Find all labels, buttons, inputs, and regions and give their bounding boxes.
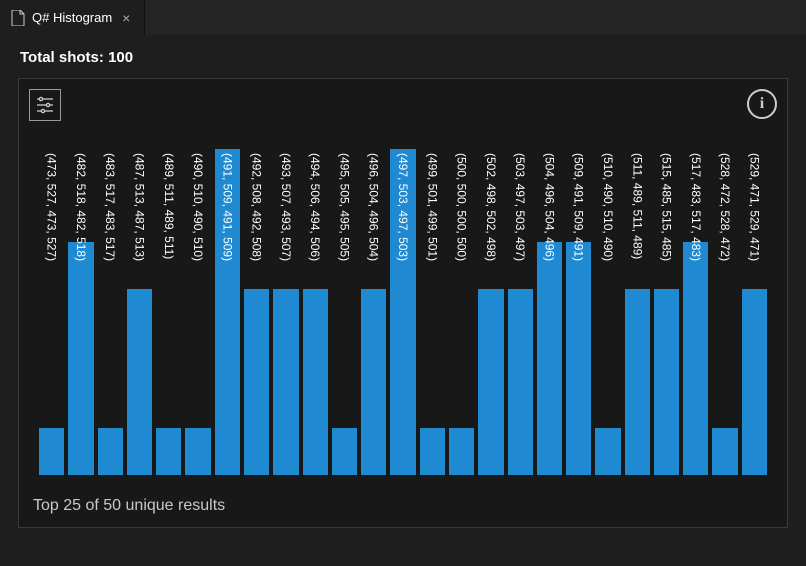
- bar-label: (510, 490, 510, 490): [602, 153, 614, 261]
- panel-toolbar: i: [29, 89, 777, 121]
- bar-fill: [127, 289, 152, 475]
- close-icon[interactable]: ×: [118, 10, 134, 26]
- status-label: Total shots:: [20, 49, 104, 66]
- bar-fill: [39, 428, 64, 475]
- bar-label: (490, 510, 490, 510): [192, 153, 204, 261]
- bar-fill: [68, 242, 93, 475]
- info-icon: i: [760, 95, 764, 113]
- bar-fill: [98, 428, 123, 475]
- histogram-bar[interactable]: (489, 511, 489, 511): [156, 149, 181, 475]
- bar-fill: [449, 428, 474, 475]
- bar-label: (493, 507, 493, 507): [280, 153, 292, 261]
- bar-fill: [361, 289, 386, 475]
- bar-fill: [566, 242, 591, 475]
- bar-fill: [595, 428, 620, 475]
- bar-label: (495, 505, 495, 505): [338, 153, 350, 261]
- bar-label: (509, 491, 509, 491): [573, 153, 585, 261]
- bar-label: (511, 489, 511, 489): [631, 153, 643, 259]
- bar-fill: [712, 428, 737, 475]
- histogram-bar[interactable]: (492, 508, 492, 508): [244, 149, 269, 475]
- bar-fill: [273, 289, 298, 475]
- histogram-bar[interactable]: (491, 509, 491, 509): [215, 149, 240, 475]
- chart-footer: Top 25 of 50 unique results: [33, 497, 225, 515]
- histogram-bar[interactable]: (494, 506, 494, 506): [303, 149, 328, 475]
- bar-fill: [420, 428, 445, 475]
- bar-label: (483, 517, 483, 517): [104, 153, 116, 261]
- histogram-bar[interactable]: (490, 510, 490, 510): [185, 149, 210, 475]
- bar-fill: [508, 289, 533, 475]
- bar-label: (494, 506, 494, 506): [309, 153, 321, 261]
- bar-fill: [654, 289, 679, 475]
- histogram-panel: i (473, 527, 473, 527) (482, 518, 482, 51…: [18, 78, 788, 528]
- histogram-bar[interactable]: (529, 471, 529, 471): [742, 149, 767, 475]
- bar-fill: [742, 289, 767, 475]
- info-button[interactable]: i: [747, 89, 777, 119]
- histogram-bar[interactable]: (500, 500, 500, 500): [449, 149, 474, 475]
- tab-title: Q# Histogram: [32, 10, 112, 25]
- sliders-icon: [36, 96, 54, 114]
- histogram-chart: (473, 527, 473, 527) (482, 518, 482, 518)…: [39, 149, 767, 475]
- bar-label: (499, 501, 499, 501): [426, 153, 438, 261]
- histogram-bar[interactable]: (493, 507, 493, 507): [273, 149, 298, 475]
- bar-label: (517, 483, 517, 483): [690, 153, 702, 261]
- histogram-bar[interactable]: (517, 483, 517, 483): [683, 149, 708, 475]
- bar-fill: [625, 289, 650, 475]
- bar-label: (503, 497, 503, 497): [514, 153, 526, 261]
- histogram-bar[interactable]: (509, 491, 509, 491): [566, 149, 591, 475]
- histogram-bar[interactable]: (487, 513, 487, 513): [127, 149, 152, 475]
- tab-histogram[interactable]: Q# Histogram ×: [0, 0, 145, 35]
- bar-fill: [478, 289, 503, 475]
- histogram-bar[interactable]: (504, 496, 504, 496): [537, 149, 562, 475]
- bar-label: (482, 518, 482, 518): [75, 153, 87, 261]
- status-line: Total shots: 100: [0, 35, 806, 74]
- bar-label: (529, 471, 529, 471): [748, 153, 760, 261]
- bar-label: (473, 527, 473, 527): [46, 153, 58, 261]
- histogram-bar[interactable]: (515, 485, 515, 485): [654, 149, 679, 475]
- histogram-bar[interactable]: (511, 489, 511, 489): [625, 149, 650, 475]
- histogram-bar[interactable]: (482, 518, 482, 518): [68, 149, 93, 475]
- histogram-bar[interactable]: (503, 497, 503, 497): [508, 149, 533, 475]
- histogram-bar[interactable]: (502, 498, 502, 498): [478, 149, 503, 475]
- histogram-bar[interactable]: (473, 527, 473, 527): [39, 149, 64, 475]
- bar-fill: [244, 289, 269, 475]
- bar-label: (515, 485, 515, 485): [661, 153, 673, 261]
- bar-label: (502, 498, 502, 498): [485, 153, 497, 261]
- file-icon: [10, 10, 26, 26]
- histogram-bar[interactable]: (499, 501, 499, 501): [420, 149, 445, 475]
- bar-fill: [683, 242, 708, 475]
- bar-fill: [156, 428, 181, 475]
- status-value: 100: [108, 49, 133, 66]
- bar-label: (487, 513, 487, 513): [133, 153, 145, 261]
- bar-fill: [537, 242, 562, 475]
- bar-label: (504, 496, 504, 496): [543, 153, 555, 261]
- bar-fill: [303, 289, 328, 475]
- bar-label: (528, 472, 528, 472): [719, 153, 731, 261]
- histogram-bar[interactable]: (495, 505, 495, 505): [332, 149, 357, 475]
- histogram-bar[interactable]: (510, 490, 510, 490): [595, 149, 620, 475]
- tab-bar: Q# Histogram ×: [0, 0, 806, 35]
- histogram-bar[interactable]: (483, 517, 483, 517): [98, 149, 123, 475]
- bar-label: (496, 504, 496, 504): [368, 153, 380, 261]
- histogram-bar[interactable]: (528, 472, 528, 472): [712, 149, 737, 475]
- bar-label: (492, 508, 492, 508): [251, 153, 263, 261]
- bar-fill: [185, 428, 210, 475]
- bar-label: (489, 511, 489, 511): [163, 153, 175, 259]
- bar-label: (491, 509, 491, 509): [221, 153, 233, 261]
- bar-fill: [332, 428, 357, 475]
- bar-label: (497, 503, 497, 503): [397, 153, 409, 261]
- histogram-bar[interactable]: (496, 504, 496, 504): [361, 149, 386, 475]
- settings-button[interactable]: [29, 89, 61, 121]
- bar-label: (500, 500, 500, 500): [456, 153, 468, 261]
- histogram-bar[interactable]: (497, 503, 497, 503): [390, 149, 415, 475]
